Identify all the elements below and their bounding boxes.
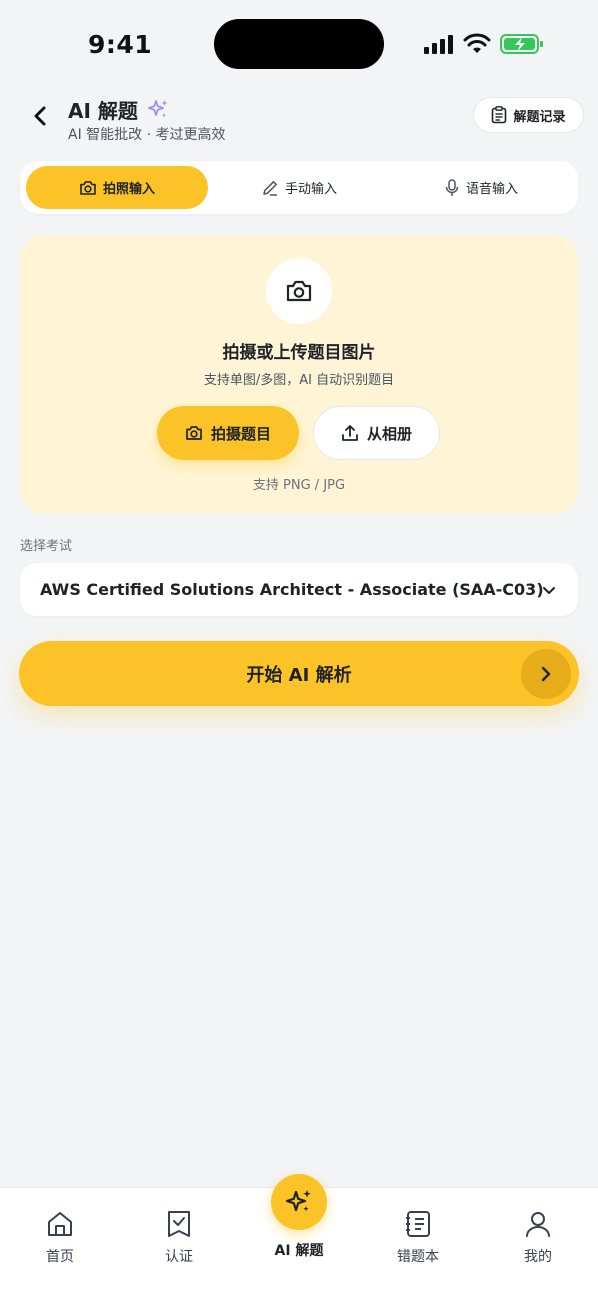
camera-icon [186,426,202,440]
nav-item-certification[interactable]: 认证 [134,1208,224,1266]
pencil-icon [263,180,277,196]
page-subtitle: AI 智能批改 · 考过更高效 [68,127,226,143]
nav-item-home[interactable]: 首页 [15,1208,105,1266]
nav-label: 错题本 [397,1249,439,1265]
arrow-right-badge [521,649,571,699]
start-analysis-button[interactable]: 开始 AI 解析 [19,641,579,706]
tab-label: 语音输入 [465,182,518,197]
cellular-signal-icon [424,35,453,54]
sparkles-icon [147,99,168,117]
input-mode-tabs: 拍照输入 手动输入 语音输入 [20,161,578,214]
sparkles-icon [285,1190,311,1212]
take-photo-button[interactable]: 拍摄题目 [157,406,299,460]
status-time: 9:41 [88,30,153,59]
nav-label: 我的 [524,1249,552,1265]
nav-label: 首页 [46,1249,74,1265]
start-analysis-label: 开始 AI 解析 [246,664,352,686]
history-button[interactable]: 解题记录 [473,97,584,133]
page-title-text: AI 解题 [68,99,138,123]
tab-label: 拍照输入 [102,182,155,197]
upload-subtitle: 支持单图/多图，AI 自动识别题目 [203,373,395,388]
nav-item-ai-solve[interactable]: AI 解题 [254,1174,344,1260]
take-photo-label: 拍摄题目 [210,424,271,443]
chevron-right-icon [541,666,551,682]
user-icon [526,1212,550,1237]
status-bar: 9:41 [0,0,598,88]
nav-item-wrong-book[interactable]: 错题本 [373,1208,463,1266]
album-button[interactable]: 从相册 [313,406,440,460]
bottom-nav: 首页 认证 AI 解题 错题本 我的 [0,1174,598,1300]
exam-select[interactable]: AWS Certified Solutions Architect - Asso… [20,563,578,616]
battery-charging-icon [500,34,543,54]
tab-voice-input[interactable]: 语音输入 [390,166,572,209]
tab-photo-input[interactable]: 拍照输入 [26,166,208,209]
upload-icon [342,425,358,441]
dynamic-island [214,19,384,69]
nav-label: 认证 [165,1249,193,1265]
upload-card: 拍摄或上传题目图片 支持单图/多图，AI 自动识别题目 拍摄题目 从相册 支持 … [20,235,578,514]
nav-item-me[interactable]: 我的 [493,1208,583,1266]
chevron-left-icon [34,106,46,126]
page-header: AI 解题 AI 智能批改 · 考过更高效 解题记录 [0,88,598,158]
album-label: 从相册 [366,424,412,443]
tab-label: 手动输入 [284,182,337,197]
upload-camera-badge [266,258,332,324]
page-title: AI 解题 [68,95,170,124]
camera-icon [80,180,96,195]
exam-selected-value: AWS Certified Solutions Architect - Asso… [40,580,544,599]
microphone-icon [445,178,459,196]
certificate-icon [168,1211,190,1237]
clipboard-icon [492,106,507,124]
format-note: 支持 PNG / JPG [252,478,346,493]
back-button[interactable] [26,102,54,130]
chevron-down-icon [543,587,555,594]
camera-icon [286,280,312,302]
tab-manual-input[interactable]: 手动输入 [208,166,390,209]
history-button-label: 解题记录 [513,109,566,125]
home-icon [48,1212,72,1236]
exam-select-label: 选择考试 [20,539,73,554]
notebook-icon [406,1211,430,1237]
wifi-icon [463,33,491,53]
upload-title: 拍摄或上传题目图片 [222,343,376,363]
nav-label: AI 解题 [274,1243,324,1259]
